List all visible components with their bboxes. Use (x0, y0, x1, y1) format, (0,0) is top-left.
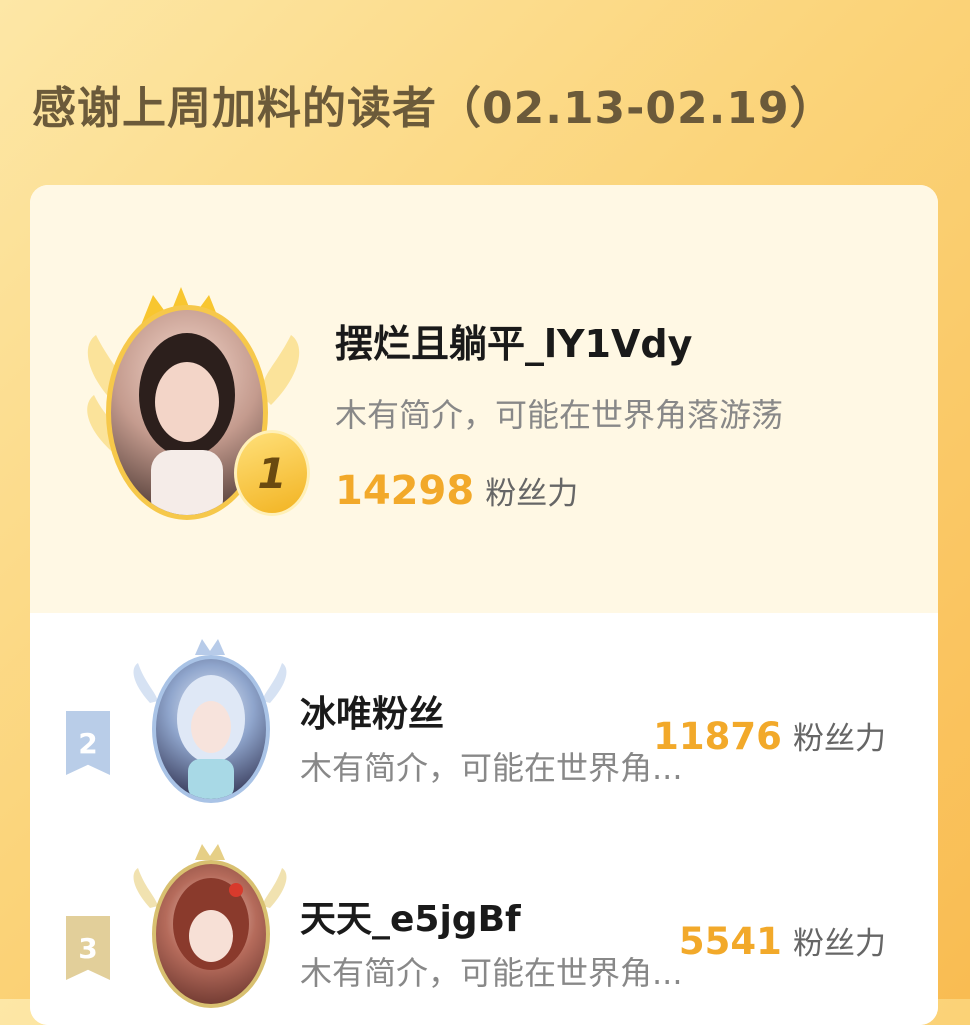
rank-number: 2 (78, 726, 98, 760)
rank-number: 1 (257, 448, 287, 498)
rank-badge: 3 (66, 916, 110, 980)
fans-value: 14298 (335, 468, 475, 514)
rank-badge: 2 (66, 711, 110, 775)
reader-list: 2 冰唯粉丝 木有简介，可能在世界角... 11876 粉丝力 3 天天_e5j… (30, 613, 938, 1025)
avatar-image (173, 878, 249, 970)
fans-label: 粉丝力 (793, 926, 886, 962)
fans-value: 5541 (678, 920, 782, 963)
fans-value: 11876 (653, 715, 782, 758)
fans-label: 粉丝力 (485, 476, 579, 512)
avatar-image (177, 675, 245, 799)
fans-power: 5541 粉丝力 (679, 918, 886, 963)
reader-name[interactable]: 冰唯粉丝 (300, 685, 444, 737)
gold-frame: 1 (76, 265, 310, 525)
fans-power: 11876 粉丝力 (653, 713, 886, 758)
avatar[interactable] (152, 655, 270, 803)
list-item[interactable]: 2 冰唯粉丝 木有简介，可能在世界角... 11876 粉丝力 (30, 633, 938, 833)
reader-name[interactable]: 天天_e5jgBf (300, 890, 521, 942)
rank-number: 3 (78, 931, 98, 965)
reader-bio: 木有简介，可能在世界角落游荡 (335, 396, 784, 434)
bronze-frame (130, 838, 290, 1008)
top-reader-section[interactable]: 1 摆烂且躺平_lY1Vdy 木有简介，可能在世界角落游荡 14298 粉丝力 (30, 185, 938, 613)
leaderboard-card: 1 摆烂且躺平_lY1Vdy 木有简介，可能在世界角落游荡 14298 粉丝力 … (30, 185, 938, 1025)
fans-power: 14298 粉丝力 (335, 468, 578, 514)
silver-frame (130, 633, 290, 803)
rank-medal: 1 (234, 430, 310, 516)
reader-bio: 木有简介，可能在世界角... (300, 954, 683, 992)
fans-label: 粉丝力 (793, 721, 886, 757)
avatar[interactable] (152, 860, 270, 1008)
reader-name[interactable]: 摆烂且躺平_lY1Vdy (335, 313, 692, 368)
reader-bio: 木有简介，可能在世界角... (300, 749, 683, 787)
page-title: 感谢上周加料的读者（02.13-02.19） (32, 83, 835, 134)
list-item[interactable]: 3 天天_e5jgBf 木有简介，可能在世界角... 5541 粉丝力 (30, 838, 938, 1025)
